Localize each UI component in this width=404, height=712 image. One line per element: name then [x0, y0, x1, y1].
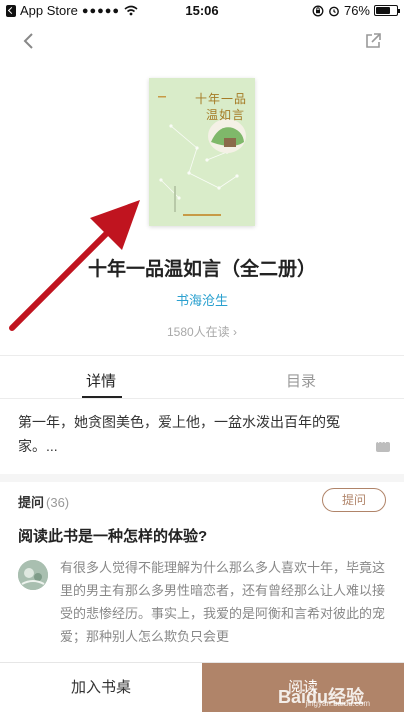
add-to-shelf-button[interactable]: 加入书桌	[0, 663, 202, 712]
qa-label: 提问	[18, 495, 45, 510]
divider	[0, 398, 404, 399]
status-bar: App Store ●●●●● 15:06 76%	[0, 0, 404, 20]
battery-level	[376, 7, 391, 14]
section-gap	[0, 474, 404, 482]
author-link[interactable]: 书海沧生	[0, 290, 404, 309]
cover-title-line1: 十年一品	[194, 92, 247, 106]
more-icon[interactable]	[376, 437, 390, 452]
read-button[interactable]: 阅读 Baidu经验 jingyan.baidu.com	[202, 663, 404, 712]
battery-icon	[374, 5, 400, 16]
divider	[0, 355, 404, 356]
alarm-icon	[329, 6, 339, 16]
avatar[interactable]	[18, 560, 48, 590]
tab-bar: 详情 目录	[0, 362, 404, 398]
qa-count: (36)	[46, 495, 70, 510]
tab-toc[interactable]: 目录	[286, 370, 316, 391]
book-title: 十年一品温如言（全二册）	[87, 259, 316, 280]
reader-count[interactable]: 1580人在读 ›	[0, 323, 404, 340]
cover-title-line2: 温如言	[205, 108, 245, 122]
battery-percent: 76%	[343, 3, 370, 18]
qa-header: 提问 (36)	[18, 492, 69, 511]
share-icon[interactable]	[364, 32, 382, 50]
bottom-action-bar: 加入书桌 阅读 Baidu经验 jingyan.baidu.com	[0, 662, 404, 712]
ask-question-button[interactable]: 提问	[322, 488, 386, 512]
question-title[interactable]: 阅读此书是一种怎样的体验?	[18, 525, 207, 546]
avatar-image	[18, 560, 48, 590]
book-cover[interactable]: 十年一品 温如言	[149, 78, 255, 226]
synopsis: 第一年，她贪图美色，爱上他，一盆水泼出百年的冤家。...	[18, 414, 340, 454]
tab-details[interactable]: 详情	[86, 370, 116, 391]
orientation-lock-icon	[312, 5, 324, 16]
chevron-left-icon[interactable]	[18, 30, 40, 52]
watermark-url: jingyan.baidu.com	[305, 699, 370, 708]
answer-preview[interactable]: 有很多人觉得不能理解为什么那么多人喜欢十年，毕竟这里的男主有那么多男性暗恋者，还…	[60, 556, 390, 648]
status-right: 76%	[312, 3, 400, 18]
